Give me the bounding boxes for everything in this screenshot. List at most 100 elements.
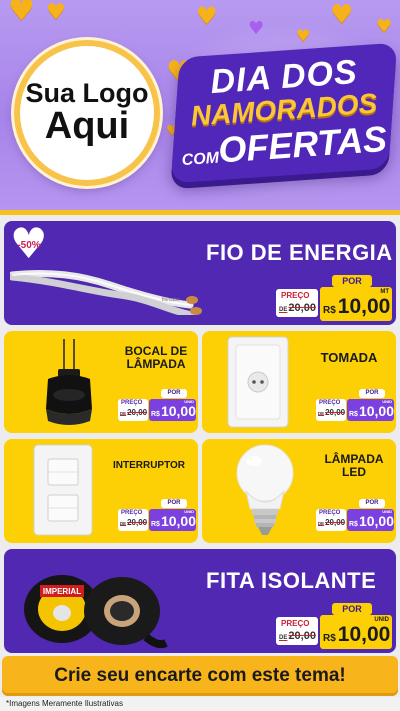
currency: R$ [349, 521, 358, 528]
old-price: DE20,00 [318, 518, 345, 527]
old-price-box: PREÇO DE20,00 [118, 509, 148, 531]
old-price: DE20,00 [279, 630, 316, 642]
create-flyer-button[interactable]: Crie seu encarte com este tema! [2, 656, 398, 696]
price-tag: POR PREÇO DE20,00 R$ 10,00 UNID [118, 499, 196, 535]
product-title: INTERRUPTOR [112, 460, 186, 471]
old-price-box: PREÇO DE20,00 [316, 509, 346, 531]
heart-icon: ♥ [196, 2, 218, 30]
wall-outlet-image [227, 336, 289, 428]
old-price-value: 20,00 [288, 630, 316, 642]
price-unit: UNID [184, 399, 194, 404]
product-title: TOMADA [320, 350, 378, 365]
price-value: 10,00 [358, 403, 394, 419]
old-price-prefix: DE [318, 411, 325, 416]
old-price-prefix: DE [279, 307, 288, 313]
old-price: DE20,00 [120, 408, 147, 417]
product-card-fita: IMPERIAL FITA ISOLANTE POR PREÇO DE20,00… [4, 549, 396, 653]
por-label: POR [332, 275, 372, 287]
old-price-box: PREÇO DE20,00 [276, 617, 318, 645]
create-flyer-label: Crie seu encarte com este tema! [54, 665, 346, 686]
new-price: R$ 10,00 MT [320, 287, 392, 321]
por-label: POR [359, 499, 385, 508]
product-card-tomada: TOMADA POR PREÇO DE20,00 R$ 10,00 UNID [202, 331, 396, 433]
insulating-tape-image: IMPERIAL [24, 575, 168, 649]
price-tag: POR PREÇO DE20,00 R$ 10,00 MT [274, 273, 392, 321]
logo-placeholder: Sua Logo Aqui [14, 40, 160, 186]
heart-icon: ♥ [296, 26, 311, 45]
heart-icon: ♥ [248, 18, 265, 39]
new-price: R$ 10,00 UNID [149, 509, 196, 531]
price-tag: POR PREÇO DE20,00 R$ 10,00 UNID [316, 499, 394, 535]
preco-label: PREÇO [319, 400, 341, 406]
currency: R$ [323, 305, 336, 316]
light-switch-image [33, 444, 93, 536]
price-tag: POR PREÇO DE20,00 R$ 10,00 UNID [274, 601, 392, 649]
product-title-line1: BOCAL DE [124, 344, 188, 358]
product-title-line2: LÂMPADA [126, 356, 186, 371]
old-price-value: 20,00 [325, 408, 346, 417]
product-title: BOCAL DE LÂMPADA [116, 345, 196, 370]
old-price-prefix: DE [318, 521, 325, 526]
heart-icon: ♥ [46, 0, 66, 25]
price-unit: UNID [382, 399, 392, 404]
product-card-bocal: BOCAL DE LÂMPADA POR PREÇO DE20,00 R$ 10… [4, 331, 198, 433]
currency: R$ [151, 411, 160, 418]
product-title: LÂMPADA LED [312, 453, 396, 478]
old-price: DE20,00 [120, 518, 147, 527]
por-label: POR [332, 603, 372, 615]
old-price-box: PREÇO DE20,00 [316, 399, 346, 421]
price-unit: UNID [184, 509, 194, 514]
currency: R$ [151, 521, 160, 528]
header-banner: ♥ ♥ ♥ ♥ ♥ ♥ ♥ ♥ ♥ ♥ ♥ ♥ Sua Logo Aqui DI… [0, 0, 400, 212]
price-unit: MT [380, 289, 389, 295]
product-title-line2: LED [342, 464, 366, 479]
old-price: DE20,00 [279, 302, 316, 314]
old-price-prefix: DE [120, 521, 127, 526]
price-tag: POR PREÇO DE20,00 R$ 10,00 UNID [118, 389, 196, 425]
old-price-prefix: DE [120, 411, 127, 416]
old-price-box: PREÇO DE20,00 [118, 399, 148, 421]
old-price: DE20,00 [318, 408, 345, 417]
price-value: 10,00 [358, 513, 394, 529]
price-value: 10,00 [160, 403, 196, 419]
heart-icon: ♥ [8, 0, 35, 28]
product-title: FIO DE ENERGIA [206, 240, 393, 265]
preco-label: PREÇO [281, 291, 310, 300]
old-price-value: 20,00 [325, 518, 346, 527]
cable-print: fio/cabo [162, 297, 180, 303]
price-value: 10,00 [337, 295, 391, 318]
price-unit: UNID [382, 509, 392, 514]
cable-image: fio/cabo [10, 269, 202, 315]
price-value: 10,00 [160, 513, 196, 529]
logo-line2: Aqui [44, 105, 130, 148]
new-price: R$ 10,00 UNID [320, 615, 392, 649]
header-divider [0, 210, 400, 215]
new-price: R$ 10,00 UNID [347, 399, 394, 421]
old-price-value: 20,00 [127, 408, 148, 417]
preco-label: PREÇO [121, 400, 143, 406]
new-price: R$ 10,00 UNID [149, 399, 196, 421]
banner-line3-prefix: COM [181, 149, 220, 170]
preco-label: PREÇO [319, 510, 341, 516]
lamp-socket-image [46, 339, 92, 425]
product-card-fio: -50% fio/cabo FIO DE ENERGIA POR PREÇO D… [4, 221, 396, 325]
product-card-interruptor: INTERRUPTOR POR PREÇO DE20,00 R$ 10,00 U… [4, 439, 198, 543]
preco-label: PREÇO [121, 510, 143, 516]
logo-line1: Sua Logo [25, 77, 149, 108]
price-value: 10,00 [337, 623, 391, 646]
currency: R$ [323, 633, 336, 644]
preco-label: PREÇO [281, 619, 310, 628]
old-price-value: 20,00 [288, 302, 316, 314]
new-price: R$ 10,00 UNID [347, 509, 394, 531]
currency: R$ [349, 411, 358, 418]
title-banner: DIA DOS NAMORADOS COMOFERTAS [170, 42, 398, 184]
old-price-prefix: DE [279, 635, 288, 641]
product-card-lampada: LÂMPADA LED POR PREÇO DE20,00 R$ 10,00 U… [202, 439, 396, 543]
product-title-line1: LÂMPADA [324, 452, 384, 466]
por-label: POR [359, 389, 385, 398]
old-price-box: PREÇO DE20,00 [276, 289, 318, 317]
tape-brand: IMPERIAL [43, 587, 81, 596]
product-title: FITA ISOLANTE [206, 568, 377, 593]
heart-icon: ♥ [330, 0, 354, 30]
heart-icon: ♥ [376, 16, 393, 37]
